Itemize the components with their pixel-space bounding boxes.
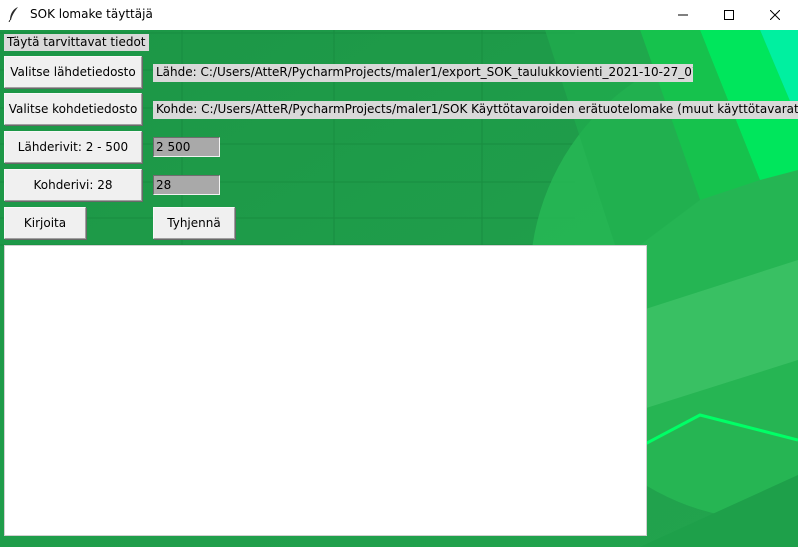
source-path-label: Lähde: C:/Users/AtteR/PycharmProjects/ma…	[153, 64, 693, 82]
window-title: SOK lomake täyttäjä	[30, 7, 153, 21]
maximize-button[interactable]	[706, 0, 752, 30]
target-path-label: Kohde: C:/Users/AtteR/PycharmProjects/ma…	[153, 101, 798, 119]
write-button[interactable]: Kirjoita	[4, 207, 86, 239]
close-button[interactable]	[752, 0, 798, 30]
select-source-file-button[interactable]: Valitse lähdetiedosto	[4, 56, 142, 88]
target-row-button[interactable]: Kohderivi: 28	[4, 169, 142, 201]
minimize-icon	[678, 10, 688, 20]
window-titlebar[interactable]: SOK lomake täyttäjä	[0, 0, 798, 30]
source-rows-button[interactable]: Lähderivit: 2 - 500	[4, 131, 142, 163]
feather-icon	[8, 6, 20, 23]
target-row-entry[interactable]: 28	[153, 175, 220, 195]
source-rows-entry[interactable]: 2 500	[153, 137, 220, 157]
form-header-label: Täytä tarvittavat tiedot	[4, 34, 149, 51]
clear-button[interactable]: Tyhjennä	[153, 207, 235, 239]
select-target-file-button[interactable]: Valitse kohdetiedosto	[4, 93, 142, 125]
output-text-area[interactable]	[4, 245, 647, 536]
minimize-button[interactable]	[660, 0, 706, 30]
maximize-icon	[724, 10, 734, 20]
close-icon	[770, 10, 780, 20]
